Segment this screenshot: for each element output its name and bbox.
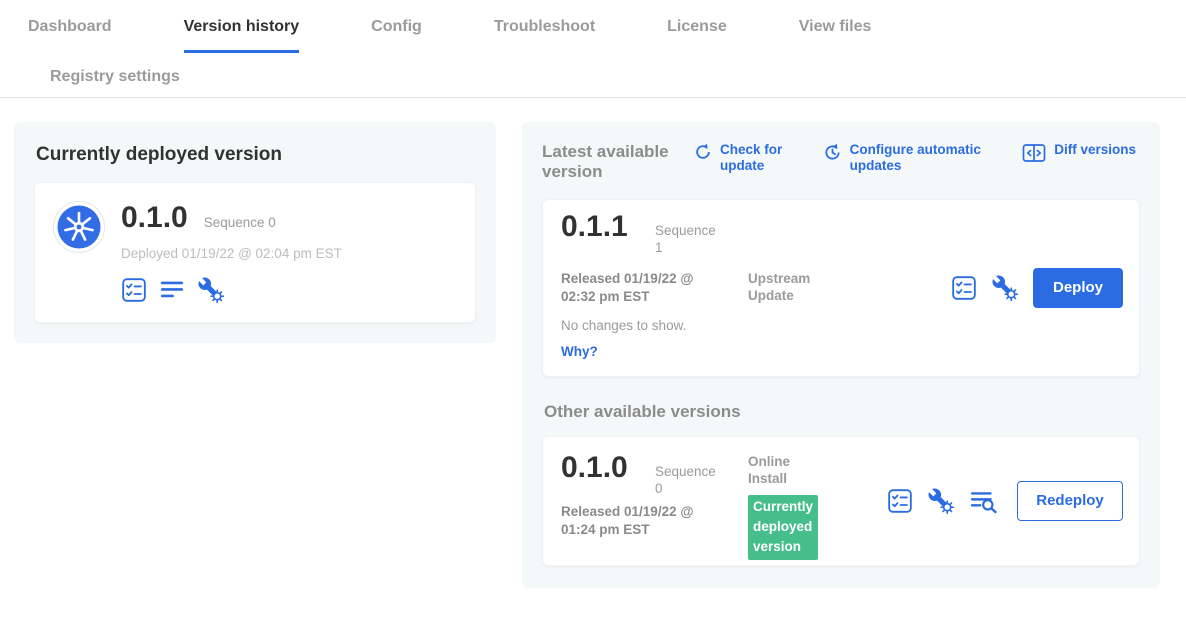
latest-version-sequence: Sequence 1: [655, 223, 717, 257]
nav-row-primary: Dashboard Version history Config Trouble…: [0, 0, 1186, 53]
preflight-checks-icon[interactable]: [951, 275, 977, 301]
edit-config-icon[interactable]: [197, 276, 225, 304]
latest-version-number: 0.1.1: [561, 210, 628, 244]
deployed-sequence-label: Sequence 0: [204, 215, 276, 230]
currently-deployed-badge: Currently deployed version: [748, 495, 818, 560]
check-for-update-label: Check for update: [720, 142, 792, 174]
release-notes-icon[interactable]: [159, 277, 185, 303]
preflight-checks-icon[interactable]: [887, 488, 913, 514]
latest-version-source: Upstream Update: [748, 270, 830, 305]
auto-update-icon: [823, 143, 842, 162]
tab-config[interactable]: Config: [371, 0, 422, 53]
tab-dashboard[interactable]: Dashboard: [28, 0, 112, 53]
deployed-timestamp: Deployed 01/19/22 @ 02:04 pm EST: [121, 246, 342, 261]
configure-automatic-updates-label: Configure automatic updates: [850, 142, 992, 174]
latest-card-actions: Deploy: [951, 200, 1123, 376]
deploy-button[interactable]: Deploy: [1033, 268, 1123, 308]
currently-deployed-title: Currently deployed version: [36, 144, 476, 166]
other-version-card: 0.1.0 Sequence 0 Online Install Released…: [542, 436, 1140, 566]
other-card-actions: Redeploy: [887, 437, 1123, 565]
check-for-update-button[interactable]: Check for update: [694, 142, 792, 174]
other-versions-heading: Other available versions: [544, 402, 1138, 422]
diff-icon: [1022, 143, 1046, 163]
edit-config-icon[interactable]: [927, 487, 955, 515]
other-version-sequence: Sequence 0: [655, 464, 717, 498]
nav-row-secondary: Registry settings: [0, 53, 1186, 97]
no-changes-text: No changes to show.: [561, 318, 686, 333]
diff-versions-button[interactable]: Diff versions: [1022, 142, 1136, 174]
tab-registry-settings[interactable]: Registry settings: [50, 53, 180, 97]
latest-available-header: Latest available version Check for updat…: [542, 142, 1140, 183]
tab-troubleshoot[interactable]: Troubleshoot: [494, 0, 595, 53]
deploy-logs-icon[interactable]: [969, 488, 999, 514]
diff-versions-label: Diff versions: [1054, 142, 1136, 158]
edit-config-icon[interactable]: [991, 274, 1019, 302]
configure-automatic-updates-button[interactable]: Configure automatic updates: [823, 142, 992, 174]
top-navigation: Dashboard Version history Config Trouble…: [0, 0, 1186, 98]
redeploy-button[interactable]: Redeploy: [1017, 481, 1123, 521]
preflight-checks-icon[interactable]: [121, 277, 147, 303]
other-version-released: Released 01/19/22 @ 01:24 pm EST: [561, 503, 729, 539]
tab-view-files[interactable]: View files: [799, 0, 872, 53]
deployed-version-details: 0.1.0 Sequence 0 Deployed 01/19/22 @ 02:…: [121, 201, 342, 304]
deployed-action-icons: [121, 276, 342, 304]
deployed-version-card: 0.1.0 Sequence 0 Deployed 01/19/22 @ 02:…: [34, 182, 476, 323]
header-actions: Check for update Configure automatic upd…: [694, 142, 1140, 174]
latest-available-title: Latest available version: [542, 142, 694, 183]
refresh-icon: [694, 143, 712, 161]
deployed-version-number: 0.1.0: [121, 201, 188, 235]
tab-license[interactable]: License: [667, 0, 727, 53]
latest-version-released: Released 01/19/22 @ 02:32 pm EST: [561, 270, 729, 306]
other-version-source: Online Install: [748, 453, 808, 488]
tab-version-history[interactable]: Version history: [184, 0, 300, 53]
other-version-number: 0.1.0: [561, 451, 628, 485]
currently-deployed-panel: Currently deployed version 0.1.0 Sequenc…: [14, 122, 496, 343]
latest-available-panel: Latest available version Check for updat…: [522, 122, 1160, 588]
kubernetes-logo: [53, 201, 105, 253]
why-link[interactable]: Why?: [561, 344, 598, 359]
main-content: Currently deployed version 0.1.0 Sequenc…: [0, 98, 1186, 588]
latest-version-card: 0.1.1 Sequence 1 Released 01/19/22 @ 02:…: [542, 199, 1140, 377]
